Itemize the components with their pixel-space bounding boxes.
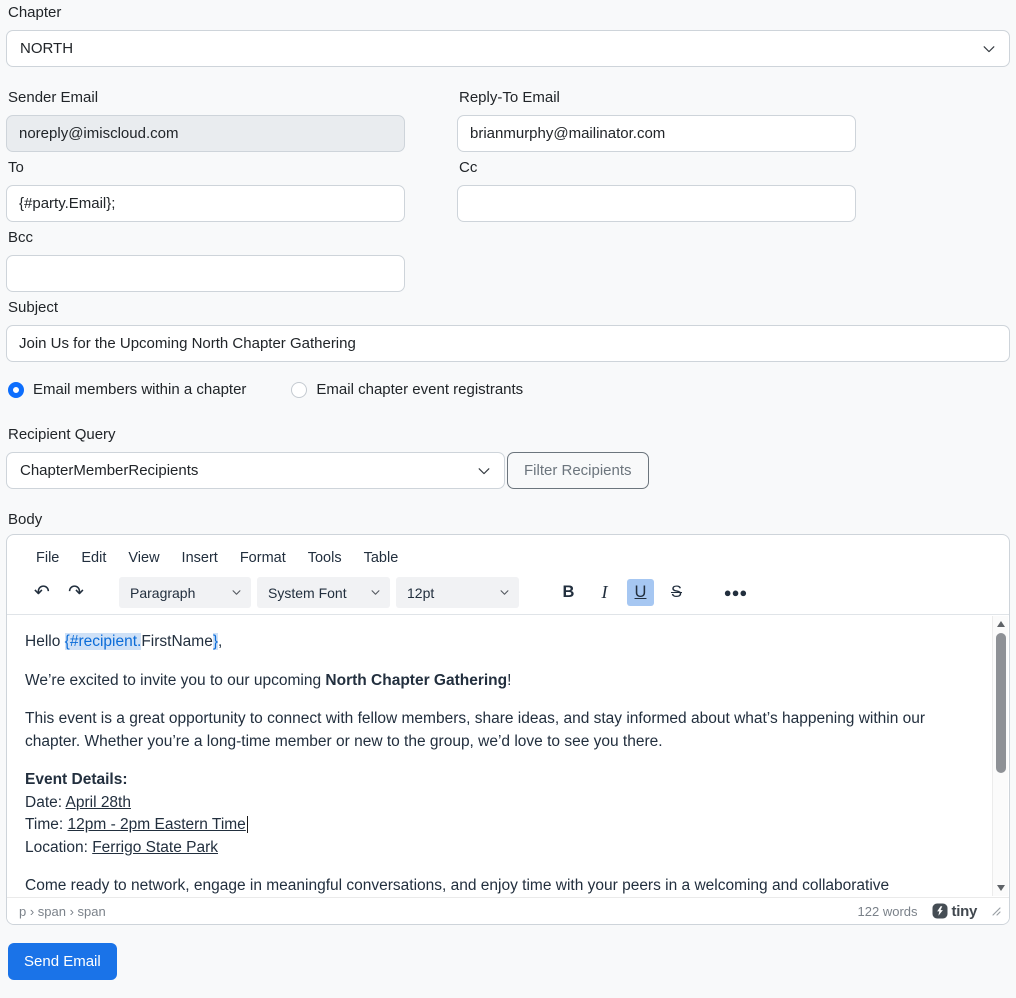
- cc-field[interactable]: [457, 185, 856, 222]
- to-group: To: [6, 157, 405, 222]
- event-details-paragraph: Event Details: Date: April 28th Time: 12…: [25, 769, 953, 859]
- chapter-label: Chapter: [8, 4, 62, 21]
- recipient-query-group: Recipient Query ChapterMemberRecipients …: [6, 424, 1010, 489]
- merge-token-field: FirstName: [141, 633, 213, 650]
- chapter-select-value: NORTH: [20, 40, 74, 57]
- cc-label: Cc: [459, 159, 478, 176]
- editor-menubar: File Edit View Insert Format Tools Table: [7, 535, 1009, 571]
- greeting-paragraph: Hello {#recipient.FirstName},: [25, 633, 223, 650]
- body-group: Body File Edit View Insert Format Tools …: [6, 509, 1010, 925]
- underline-button[interactable]: U: [627, 579, 654, 606]
- sender-email-label: Sender Email: [8, 89, 99, 106]
- send-email-button[interactable]: Send Email: [8, 943, 117, 980]
- event-name-bold: North Chapter Gathering: [325, 671, 508, 689]
- filter-recipients-button[interactable]: Filter Recipients: [507, 452, 649, 489]
- scroll-down-icon[interactable]: [997, 885, 1005, 891]
- recipient-query-label: Recipient Query: [8, 426, 116, 443]
- menubar-item-insert[interactable]: Insert: [173, 547, 227, 569]
- radio-unchecked-icon[interactable]: [291, 381, 308, 398]
- scrollbar-thumb[interactable]: [996, 633, 1006, 773]
- chevron-down-icon: [371, 590, 380, 595]
- subject-label: Subject: [8, 299, 59, 316]
- scroll-up-icon[interactable]: [997, 621, 1005, 627]
- element-path: p › span › span: [19, 903, 106, 919]
- reply-to-label: Reply-To Email: [459, 89, 560, 106]
- merge-token-open: {#recipient.: [64, 633, 142, 650]
- bold-button[interactable]: B: [555, 579, 582, 606]
- reply-to-field[interactable]: [457, 115, 856, 152]
- subject-field[interactable]: [6, 325, 1010, 362]
- strikethrough-button[interactable]: S: [663, 579, 690, 606]
- bcc-group: Bcc: [6, 227, 405, 292]
- undo-icon: ↶: [34, 581, 50, 603]
- sender-email-group: Sender Email: [6, 87, 405, 152]
- event-time: 12pm - 2pm Eastern Time: [67, 816, 246, 833]
- menubar-item-edit[interactable]: Edit: [72, 547, 115, 569]
- recipient-query-value: ChapterMemberRecipients: [20, 462, 199, 479]
- editor-scrollbar[interactable]: [992, 616, 1008, 896]
- editor-content[interactable]: Hello {#recipient.FirstName}, We’re exci…: [7, 615, 1009, 897]
- recipient-query-select[interactable]: ChapterMemberRecipients: [6, 452, 505, 489]
- font-family-select[interactable]: System Font: [257, 577, 390, 608]
- text-cursor: [246, 816, 249, 833]
- editor-content-wrap: Hello {#recipient.FirstName}, We’re exci…: [7, 615, 1009, 897]
- radio-event-registrants[interactable]: Email chapter event registrants: [291, 381, 523, 398]
- tinymce-branding[interactable]: tiny: [932, 903, 977, 920]
- rich-text-editor: File Edit View Insert Format Tools Table…: [6, 534, 1010, 925]
- bcc-field[interactable]: [6, 255, 405, 292]
- event-date: April 28th: [65, 793, 131, 811]
- bcc-label: Bcc: [8, 229, 34, 246]
- to-field[interactable]: [6, 185, 405, 222]
- sender-email-field: [6, 115, 405, 152]
- radio-members-chapter[interactable]: Email members within a chapter: [8, 381, 246, 398]
- chapter-select[interactable]: NORTH: [6, 30, 1010, 67]
- paragraph-style-value: Paragraph: [130, 584, 196, 601]
- invite-paragraph: We’re excited to invite you to our upcom…: [25, 671, 512, 689]
- chapter-field-group: Chapter NORTH: [6, 2, 1010, 67]
- chevron-down-icon: [478, 467, 490, 474]
- radio-event-registrants-label: Email chapter event registrants: [316, 381, 524, 398]
- menubar-item-table[interactable]: Table: [355, 547, 408, 569]
- body-label: Body: [8, 511, 43, 528]
- chevron-down-icon: [983, 45, 995, 52]
- subject-group: Subject: [6, 297, 1010, 362]
- tiny-logo-icon: [932, 903, 948, 919]
- description-paragraph: This event is a great opportunity to con…: [25, 710, 926, 750]
- menubar-item-format[interactable]: Format: [231, 547, 295, 569]
- font-family-value: System Font: [268, 584, 347, 601]
- tiny-logo-text: tiny: [951, 902, 978, 920]
- closing-paragraph: Come ready to network, engage in meaning…: [25, 877, 890, 894]
- italic-button[interactable]: I: [591, 579, 618, 606]
- word-count[interactable]: 122 words: [858, 904, 918, 919]
- menubar-item-tools[interactable]: Tools: [299, 547, 351, 569]
- paragraph-style-select[interactable]: Paragraph: [119, 577, 251, 608]
- to-label: To: [8, 159, 24, 176]
- undo-button[interactable]: ↶: [27, 578, 57, 608]
- cc-group: Cc: [457, 157, 856, 222]
- chevron-down-icon: [232, 590, 241, 595]
- event-details-heading: Event Details:: [25, 771, 128, 788]
- reply-to-group: Reply-To Email: [457, 87, 856, 152]
- editor-statusbar: p › span › span 122 words tiny: [7, 897, 1009, 924]
- menubar-item-file[interactable]: File: [27, 547, 68, 569]
- radio-members-chapter-label: Email members within a chapter: [33, 381, 247, 398]
- event-location: Ferrigo State Park: [92, 838, 218, 856]
- resize-handle[interactable]: [991, 906, 1001, 916]
- audience-radio-group: Email members within a chapter Email cha…: [8, 381, 1010, 398]
- editor-toolbar: ↶ ↷ Paragraph System Font 12pt B I U S ●…: [7, 571, 1009, 615]
- redo-button[interactable]: ↷: [61, 578, 91, 608]
- menubar-item-view[interactable]: View: [119, 547, 168, 569]
- more-toolbar-button[interactable]: ●●●: [722, 579, 749, 606]
- font-size-value: 12pt: [407, 584, 435, 601]
- font-size-select[interactable]: 12pt: [396, 577, 519, 608]
- redo-icon: ↷: [68, 581, 84, 603]
- radio-checked-icon[interactable]: [8, 381, 24, 398]
- chevron-down-icon: [500, 590, 509, 595]
